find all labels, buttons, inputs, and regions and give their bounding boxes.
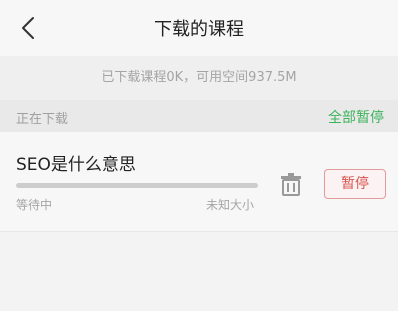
course-title: SEO是什么意思: [16, 155, 136, 175]
pause-all-button[interactable]: 全部暂停: [328, 107, 384, 127]
pause-button[interactable]: 暂停: [324, 169, 386, 199]
storage-info: 已下载课程0K，可用空间937.5M: [0, 56, 398, 100]
section-header: 正在下载 全部暂停: [0, 100, 398, 132]
delete-button[interactable]: [280, 172, 302, 196]
nav-bar: 下载的课程: [0, 0, 398, 56]
progress-bar: [16, 183, 258, 188]
file-size: 未知大小: [206, 198, 255, 212]
download-status: 等待中: [16, 198, 53, 212]
download-item: SEO是什么意思 等待中 未知大小 暂停: [0, 132, 398, 232]
trash-icon: [281, 173, 301, 196]
section-label: 正在下载: [16, 112, 69, 127]
page-title: 下载的课程: [154, 19, 244, 40]
